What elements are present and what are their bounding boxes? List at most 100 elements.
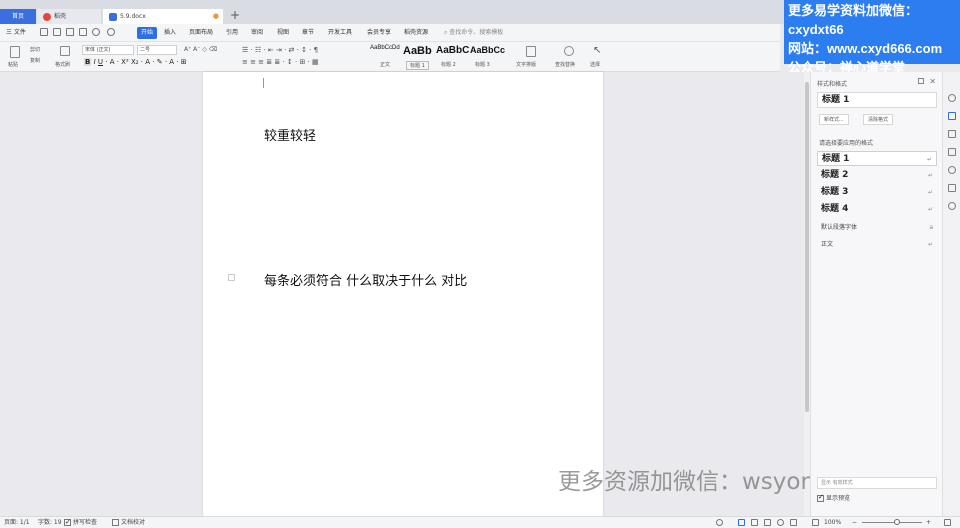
menu-page-layout[interactable]: 页面布局 <box>189 27 213 39</box>
font-size-select[interactable]: 二号 <box>137 45 177 55</box>
document-page[interactable]: 较重较轻 每条必须符合 什么取决于什么 对比 <box>203 72 603 516</box>
menu-bar: 三 文件 开始 插入 页面布局 引用 审阅 视图 章节 开发工具 会员专享 稻壳… <box>0 24 780 42</box>
write-mode-icon[interactable] <box>790 519 797 526</box>
tab-docer[interactable]: 稻壳 <box>37 9 101 24</box>
style-item-label: 标题 2 <box>821 170 849 180</box>
char-style-icon: a <box>929 224 933 231</box>
style-item-body[interactable]: 正文 ↵ <box>817 237 937 252</box>
banner-line-website: 网站：www.cxyd666.com <box>788 41 943 56</box>
preview-icon[interactable] <box>79 28 87 36</box>
style-item-label: 默认段落字体 <box>821 224 858 231</box>
style-set-icon[interactable] <box>948 94 956 102</box>
paragraph-handle-icon[interactable] <box>228 274 235 281</box>
current-style-select[interactable]: 标题 1 <box>817 92 937 108</box>
doc-line-1[interactable]: 较重较轻 <box>264 125 316 144</box>
menu-references[interactable]: 引用 <box>226 27 238 39</box>
help-icon[interactable] <box>948 166 956 174</box>
menu-review[interactable]: 审阅 <box>251 27 263 39</box>
fullscreen-icon[interactable] <box>944 519 951 526</box>
scrollbar-thumb[interactable] <box>805 82 809 412</box>
style-item-label: 正文 <box>821 241 834 248</box>
font-name-select[interactable]: 宋体 (正文) <box>82 45 134 55</box>
web-view-icon[interactable] <box>777 519 784 526</box>
spellcheck-toggle[interactable]: 拼写检查 <box>64 517 97 528</box>
page-view-icon[interactable] <box>738 519 745 526</box>
zoom-slider-thumb[interactable] <box>894 519 900 525</box>
copy-button[interactable]: 复制 <box>30 57 40 64</box>
zoom-in-button[interactable]: + <box>926 517 931 528</box>
style-item-heading2[interactable]: 标题 2 ↵ <box>817 168 937 183</box>
text-layout-icon[interactable] <box>526 46 536 57</box>
style-sample-heading1[interactable]: AaBb <box>403 45 432 59</box>
menu-member[interactable]: 会员专享 <box>367 27 391 39</box>
proofread-label: 文档校对 <box>121 519 146 526</box>
clear-format-button[interactable]: 清除格式 <box>863 114 894 125</box>
cut-button[interactable]: 剪切 <box>30 46 40 53</box>
docer-icon <box>43 12 51 21</box>
fit-page-icon[interactable] <box>812 519 819 526</box>
save-icon[interactable] <box>40 28 48 36</box>
style-item-heading4[interactable]: 标题 4 ↵ <box>817 202 937 217</box>
find-replace-icon[interactable] <box>564 46 574 56</box>
zoom-level[interactable]: 100% <box>824 517 841 528</box>
export-icon[interactable] <box>53 28 61 36</box>
close-icon[interactable]: ✕ <box>929 77 936 86</box>
tab-home[interactable]: 首页 <box>0 9 36 24</box>
select-cursor-icon[interactable]: ↖ <box>593 45 601 56</box>
styles-panel: 样式和格式 ✕ 标题 1 新样式... 清除格式 请选择要应用的格式 标题 1 ↵… <box>810 72 942 516</box>
banner-line-wechat: 更多易学资料加微信：cxydxt66 <box>788 3 919 37</box>
return-icon: ↵ <box>927 172 933 179</box>
menu-insert[interactable]: 插入 <box>164 27 176 39</box>
show-preview-checkbox[interactable] <box>817 493 824 502</box>
format-painter-icon[interactable] <box>60 46 70 56</box>
select-tool-icon[interactable] <box>948 130 956 138</box>
print-icon[interactable] <box>66 28 74 36</box>
zoom-out-button[interactable]: − <box>852 517 857 528</box>
display-filter-select[interactable]: 显示 有效样式 <box>817 477 937 489</box>
new-style-button[interactable]: 新样式... <box>819 114 849 125</box>
list-icons[interactable]: ☰ · ☷ · ⇤ ⇥ · ⇄ · ↕ · ¶ <box>242 46 318 54</box>
style-sample-heading3[interactable]: AaBbCc <box>470 45 505 59</box>
adjust-icon[interactable] <box>948 148 956 156</box>
doc-proofread[interactable]: 文档校对 <box>112 517 145 528</box>
style-item-label: 标题 4 <box>821 204 849 214</box>
doc-line-2[interactable]: 每条必须符合 什么取决于什么 对比 <box>264 270 467 289</box>
font-grow-shrink-icons[interactable]: A⁺ A⁻ ◇ ⌫ <box>184 46 217 53</box>
tab-document[interactable]: 5.9.docx ● <box>103 9 223 24</box>
page-count[interactable]: 页面: 1/1 <box>4 517 30 528</box>
share-icon[interactable] <box>948 184 956 192</box>
reading-view-icon[interactable] <box>764 519 771 526</box>
tab-close-icon[interactable]: ● <box>213 9 219 24</box>
menu-view[interactable]: 视图 <box>277 27 289 39</box>
menu-developer[interactable]: 开发工具 <box>328 27 352 39</box>
eye-protection-icon[interactable] <box>716 519 723 526</box>
side-toolstrip <box>942 72 960 516</box>
new-tab-button[interactable]: + <box>230 8 240 23</box>
style-sample-heading2[interactable]: AaBbC <box>436 45 469 59</box>
location-icon[interactable] <box>948 202 956 210</box>
style-item-default-font[interactable]: 默认段落字体 a <box>817 220 937 235</box>
outline-view-icon[interactable] <box>751 519 758 526</box>
style-item-heading1[interactable]: 标题 1 ↵ <box>817 151 937 166</box>
styles-pen-icon[interactable] <box>948 112 956 120</box>
undo-icon[interactable] <box>92 28 100 36</box>
pin-icon[interactable] <box>918 78 924 84</box>
redo-icon[interactable] <box>107 28 115 36</box>
align-icons[interactable]: ≡ ≡ ≡ ≣ ≣ · ↕ · ⊞ · ▦ <box>242 58 319 66</box>
show-preview-toggle[interactable]: 显示预览 <box>817 493 850 502</box>
word-count[interactable]: 字数: 19 <box>38 517 62 528</box>
menu-chapter[interactable]: 章节 <box>302 27 314 39</box>
style-sample-normal[interactable]: AaBbCcDd <box>370 45 400 59</box>
font-format-icons[interactable]: B I U · A · X² X₂ · A · ✎ · A · ⊞ <box>84 58 187 66</box>
zoom-slider[interactable] <box>862 522 922 523</box>
proofread-icon <box>112 519 119 526</box>
return-icon: ↵ <box>926 156 932 163</box>
paste-icon[interactable] <box>10 46 20 58</box>
style-item-heading3[interactable]: 标题 3 ↵ <box>817 185 937 200</box>
command-search[interactable]: ⌕ 查找命令、搜索模板 <box>444 27 564 39</box>
promo-banner: 更多易学资料加微信：cxydxt66 网站：www.cxyd666.com 公众… <box>784 0 960 75</box>
menu-home[interactable]: 开始 <box>137 27 158 39</box>
file-menu[interactable]: 三 文件 <box>6 27 26 39</box>
menu-docer-resources[interactable]: 稻壳资源 <box>404 27 428 39</box>
spellcheck-checkbox[interactable] <box>64 517 71 528</box>
